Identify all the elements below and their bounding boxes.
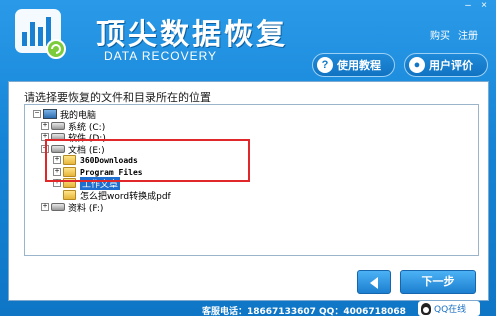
drive-icon	[51, 122, 65, 130]
qq-online-button[interactable]: QQ在线	[418, 301, 480, 316]
tree-item-label: 资料 (F:)	[68, 203, 104, 214]
user-icon: ●	[409, 57, 425, 73]
qq-online-label: QQ在线	[434, 305, 467, 315]
minimize-button[interactable]: –	[460, 0, 476, 12]
collapse-icon[interactable]: −	[33, 110, 41, 118]
tree-item-word-to-pdf[interactable]: 怎么把word转换成pdf	[63, 189, 171, 202]
main-panel: 请选择要恢复的文件和目录所在的位置 − 我的电脑 + 系统 (C:) + 软件 …	[8, 81, 489, 301]
register-link[interactable]: 注册	[458, 27, 478, 42]
app-logo	[14, 8, 68, 60]
computer-icon	[43, 109, 57, 119]
contact-info: 客服电话：18667133607 QQ：4006718068	[202, 307, 406, 316]
folder-icon	[63, 190, 76, 200]
expand-icon[interactable]: +	[41, 203, 49, 211]
close-button[interactable]: ×	[476, 0, 492, 12]
tree-item-drive-f[interactable]: + 资料 (F:)	[41, 201, 104, 214]
top-links: 购买 注册	[430, 27, 478, 42]
guide-button[interactable]: ? 使用教程	[312, 53, 395, 77]
brand-title: 顶尖数据恢复	[96, 17, 289, 51]
annotation-highlight-box	[45, 139, 250, 182]
drive-icon	[51, 203, 65, 211]
help-icon: ?	[317, 57, 333, 73]
expand-icon[interactable]: +	[41, 122, 49, 130]
window-controls: – ×	[460, 0, 492, 14]
buy-link[interactable]: 购买	[430, 27, 450, 42]
back-button[interactable]	[357, 270, 391, 294]
review-button-label: 用户评价	[429, 59, 473, 72]
review-button[interactable]: ● 用户评价	[404, 53, 488, 77]
instruction-text: 请选择要恢复的文件和目录所在的位置	[24, 91, 211, 104]
qq-penguin-icon	[421, 302, 431, 315]
guide-button-label: 使用教程	[337, 59, 381, 72]
brand-subtitle: DATA RECOVERY	[104, 49, 218, 63]
next-button[interactable]: 下一步	[400, 270, 476, 294]
tree-item-my-computer[interactable]: − 我的电脑	[33, 108, 96, 121]
app-window: – × 顶尖数据恢复 DATA RECOVERY 购买 注册 ? 使用教程 ● …	[0, 0, 496, 316]
